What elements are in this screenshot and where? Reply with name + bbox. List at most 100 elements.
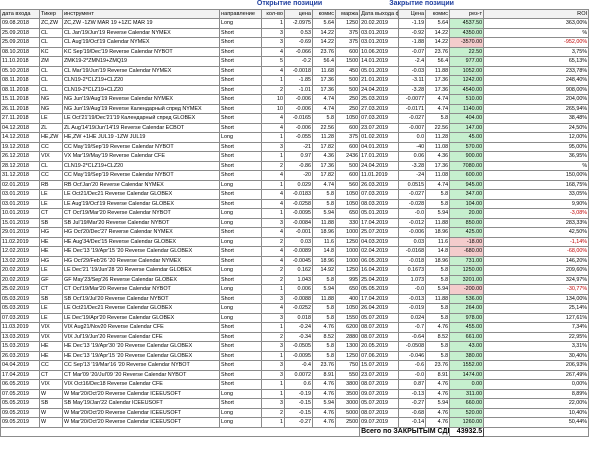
cell-open-commission: 4.36 <box>312 151 337 162</box>
cell-ticker: VIX <box>39 331 63 342</box>
cell-instrument: CLN19-2*CLZ19+CLZ20 <box>61 75 221 86</box>
table-row: 05.03.2019 LE LE Oct21/Dec21 Reverse Calen… <box>0 303 590 314</box>
cell-quantity: 3 <box>261 341 286 352</box>
cell-open-price: 0.162 <box>284 265 314 276</box>
cell-ticker: VIX <box>39 322 63 333</box>
cell-direction: Short <box>219 37 263 48</box>
cell-result: 1052.00 <box>449 65 485 76</box>
cell-instrument: CC May'19/Sep'19 Reverse Calendar NYBOT <box>61 170 221 181</box>
cell-result: 1474.00 <box>449 369 485 380</box>
cell-close-price: -0.027 <box>398 113 427 124</box>
cell-margin: 375 <box>335 132 361 143</box>
table-row: 11.10.2018 ZM ZMK19-2*ZMN19+ZMQ19 Short 5 -0.… <box>0 56 590 67</box>
cell-ticker: CL <box>39 65 63 76</box>
cell-result: 3201.00 <box>449 274 485 285</box>
table-row: 05.10.2018 CL CL Mar'19/Jun'19 Reverse Cal… <box>0 65 590 76</box>
cell-open-price: -0.0088 <box>284 293 314 304</box>
cell-ticker: RB <box>39 179 63 190</box>
cell-instrument: HE Dec'13 '19/Apr'15 '20 Reverse Calenda… <box>61 350 221 361</box>
cell-quantity: 2 <box>261 160 286 171</box>
cell-entry-date: 07.05.2019 <box>0 388 40 399</box>
cell-close-commission: 11.88 <box>425 217 451 228</box>
table-row: 02.01.2019 RB RB Oct'Jan'20 Reverse Calend… <box>0 179 590 190</box>
cell-close-commission: 18.96 <box>425 227 451 238</box>
cell-close-price: -0.0077 <box>398 94 427 105</box>
cell-open-commission: 5.94 <box>312 398 337 409</box>
table-row: 06.05.2019 VIX VIX Oct16/Dec18 Reverse Cal… <box>0 379 590 390</box>
cell-open-price: -0.0095 <box>284 208 314 219</box>
cell-result: 347.00 <box>449 189 485 200</box>
cell-margin: 1250 <box>335 350 361 361</box>
cell-exit-date: 17.04.2019 <box>359 217 400 228</box>
cell-margin: 1250 <box>335 265 361 276</box>
cell-open-commission: 4.74 <box>312 94 337 105</box>
cell-open-commission: 8.91 <box>312 369 337 380</box>
cell-margin: 650 <box>335 208 361 219</box>
cell-close-price: 0.1673 <box>398 265 427 276</box>
cell-open-commission: 14.22 <box>312 27 337 38</box>
cell-close-commission: 23.76 <box>425 360 451 371</box>
cell-ticker: HG <box>39 255 63 266</box>
cell-roi: 248,40% <box>483 75 590 86</box>
cell-ticker: CL <box>39 37 63 48</box>
column-header-entry-date: дата входа <box>0 8 40 19</box>
cell-roi: 267,49% <box>483 369 590 380</box>
cell-direction: Short <box>219 341 263 352</box>
cell-open-price: -0.0089 <box>284 246 314 257</box>
cell-close-commission: 17.36 <box>425 84 451 95</box>
cell-quantity: 3 <box>261 37 286 48</box>
cell-close-commission: 4.76 <box>425 417 451 428</box>
cell-ticker: HE <box>39 246 63 257</box>
cell-exit-date: 06.05.2019 <box>359 255 400 266</box>
cell-open-commission: 5.8 <box>312 312 337 323</box>
cell-direction: Short <box>219 322 263 333</box>
cell-open-price: -0.006 <box>284 122 314 133</box>
cell-open-commission: 11.6 <box>312 236 337 247</box>
cell-result: 536.00 <box>449 293 485 304</box>
cell-entry-date: 26.12.2018 <box>0 151 40 162</box>
cell-ticker: NG <box>39 94 63 105</box>
cell-entry-date: 15.11.2018 <box>0 94 40 105</box>
cell-open-commission: 56.4 <box>312 56 337 67</box>
cell-ticker: ZL <box>39 122 63 133</box>
cell-close-price: -0.68 <box>398 407 427 418</box>
cell-instrument: ZL Aug'14'19/Jun'14'19 Reverse Calendar … <box>61 122 221 133</box>
cell-open-commission: 17.36 <box>312 84 337 95</box>
cell-direction: Long <box>219 179 263 190</box>
table-row: 04.04.2019 CC CC Sep'13 '19/Mar'16 '20 Rev… <box>0 360 590 371</box>
cell-open-price: -0.15 <box>284 398 314 409</box>
cell-close-commission: 4.76 <box>425 388 451 399</box>
cell-direction: Long <box>219 407 263 418</box>
cell-exit-date: 25.03.2019 <box>359 94 400 105</box>
cell-entry-date: 13.02.2019 <box>0 255 40 266</box>
cell-open-price: -2.0975 <box>284 18 314 29</box>
cell-result: 104.00 <box>449 198 485 209</box>
cell-roi: -68,00% <box>483 246 590 257</box>
cell-open-commission: 14.92 <box>312 265 337 276</box>
cell-roi: 908,00% <box>483 84 590 95</box>
cell-direction: Short <box>219 350 263 361</box>
cell-exit-date: 09.07.2019 <box>359 388 400 399</box>
cell-quantity: 4 <box>261 227 286 238</box>
cell-instrument: NG Jun'19/Aug'19 Reverse Calendar NYMEX <box>61 94 221 105</box>
cell-instrument: LE Oct21/Dec21 Reverse Calendar GLOBEX <box>61 189 221 200</box>
cell-direction: Long <box>219 236 263 247</box>
table-row: 15.03.2019 HE HE Dec'13 '19/Apr'30 '20 Rev… <box>0 341 590 352</box>
cell-close-commission: 11.28 <box>425 132 451 143</box>
cell-close-price: -0.27 <box>398 398 427 409</box>
cell-roi: 38,48% <box>483 113 590 124</box>
cell-open-price: 0.53 <box>284 27 314 38</box>
cell-close-commission: 5.8 <box>425 312 451 323</box>
cell-ticker: HE <box>39 341 63 352</box>
cell-result: 22.50 <box>449 46 485 57</box>
cell-entry-date: 15.01.2019 <box>0 217 40 228</box>
cell-close-commission: 5.64 <box>425 18 451 29</box>
cell-open-price: -0.0165 <box>284 113 314 124</box>
cell-entry-date: 17.04.2019 <box>0 369 40 380</box>
total-row: Всего по ЗАКРЫТЫМ СДЕЛКАМ 43932.5 <box>0 426 590 437</box>
cell-close-commission: 17.36 <box>425 160 451 171</box>
cell-direction: Short <box>219 84 263 95</box>
cell-open-commission: 14.8 <box>312 246 337 257</box>
cell-margin: 330 <box>335 217 361 228</box>
cell-direction: Short <box>219 141 263 152</box>
